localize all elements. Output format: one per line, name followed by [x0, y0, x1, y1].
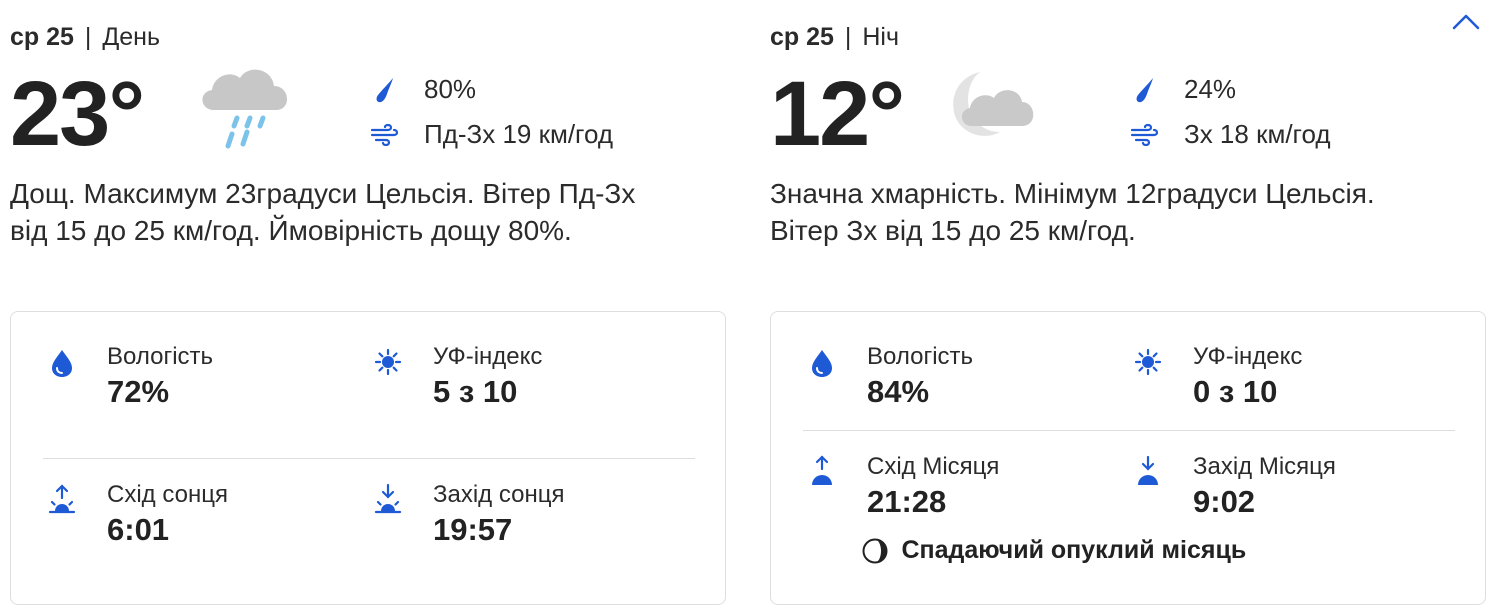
humidity-value: 84% [867, 374, 930, 409]
period-label: Ніч [862, 23, 899, 51]
wind-speed: Пд-Зх 19 км/год [424, 119, 614, 149]
details-card: Вологість 72% УФ-індекс 5 з 10 Схід сонц… [10, 311, 726, 605]
sunset-icon [374, 483, 402, 514]
humidity-drop-icon [52, 350, 72, 377]
moonset-icon [1138, 455, 1158, 485]
raindrop-icon [376, 78, 393, 103]
forecast-description: Дощ. Максимум 23градуси Цельсія. Вітер П… [10, 178, 636, 246]
humidity-label: Вологість [107, 343, 214, 370]
precipitation-chance: 80% [424, 74, 477, 104]
sunrise-label: Схід сонця [107, 481, 228, 508]
date-label: ср 25 [10, 23, 74, 51]
temperature: 23° [10, 63, 145, 165]
moonset-label: Захід Місяця [1193, 453, 1336, 480]
sunset-value: 19:57 [433, 512, 513, 547]
forecast-description: Значна хмарність. Мінімум 12градуси Цель… [770, 178, 1375, 246]
separator: | [84, 23, 92, 51]
temperature: 12° [770, 63, 905, 165]
moonrise-label: Схід Місяця [867, 453, 1000, 480]
precipitation-chance: 24% [1184, 74, 1237, 104]
sun-uv-icon [374, 348, 402, 376]
day-forecast-panel: ср 25 | День 23° 80% Пд-Зх 19 км/год Дощ… [10, 0, 726, 614]
sunrise-icon [48, 484, 76, 514]
rain-cloud-icon [202, 69, 288, 149]
sunset-label: Захід сонця [433, 481, 565, 508]
raindrop-icon [1136, 78, 1153, 103]
divider [803, 430, 1455, 431]
night-forecast-panel: ср 25 | Ніч 12° 24% Зх 18 км/год Значна … [770, 0, 1486, 614]
sunrise-value: 6:01 [107, 512, 170, 547]
uv-index-label: УФ-індекс [1193, 343, 1303, 370]
wind-icon [370, 123, 399, 146]
wind-speed: Зх 18 км/год [1184, 119, 1331, 149]
uv-index-value: 5 з 10 [433, 374, 518, 409]
separator: | [844, 23, 852, 51]
wind-icon [1130, 123, 1159, 146]
moonset-value: 9:02 [1193, 484, 1256, 519]
humidity-value: 72% [107, 374, 170, 409]
uv-index-label: УФ-індекс [433, 343, 543, 370]
moonrise-value: 21:28 [867, 484, 947, 519]
humidity-label: Вологість [867, 343, 974, 370]
period-label: День [102, 23, 161, 51]
divider [43, 458, 695, 459]
period-header: ср 25 | День [10, 22, 160, 52]
period-header: ср 25 | Ніч [770, 22, 899, 52]
moon-phase-label: Спадаючий опуклий місяць [901, 536, 1247, 564]
waning-gibbous-moon-icon [862, 538, 888, 563]
uv-index-value: 0 з 10 [1193, 374, 1278, 409]
moon-phase: Спадаючий опуклий місяць [861, 536, 1246, 570]
humidity-drop-icon [812, 350, 832, 377]
cloudy-night-icon [953, 72, 1034, 136]
date-label: ср 25 [770, 23, 834, 51]
sun-uv-icon [1134, 348, 1162, 376]
moonrise-icon [812, 455, 832, 485]
details-card: Вологість 84% УФ-індекс 0 з 10 Схід Міся… [770, 311, 1486, 605]
